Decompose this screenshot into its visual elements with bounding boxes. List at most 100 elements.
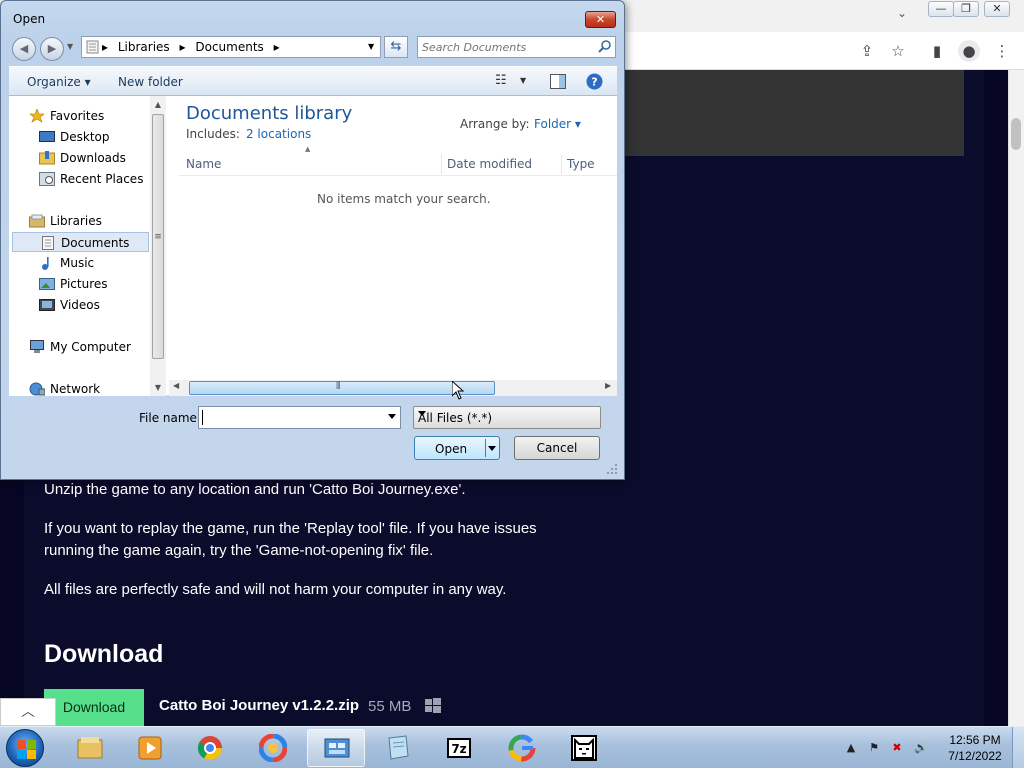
recent-locations-chevron-icon[interactable]: ▼	[67, 42, 73, 51]
taskbar-file-explorer[interactable]	[61, 729, 119, 767]
forward-button[interactable]: ▶	[40, 37, 64, 61]
taskbar-google[interactable]	[493, 729, 551, 767]
windows-flag-icon	[17, 740, 26, 749]
arrange-by-label: Arrange by:	[460, 117, 530, 131]
open-button[interactable]: Open	[414, 436, 500, 460]
taskbar-chrome[interactable]	[181, 729, 239, 767]
minimize-button[interactable]: —	[928, 1, 954, 17]
taskbar-media-player[interactable]	[121, 729, 179, 767]
taskbar-7zip[interactable]: 7z	[430, 729, 488, 767]
includes-locations-link[interactable]: 2 locations	[246, 127, 311, 141]
address-bar[interactable]: ▸ Libraries ▸ Documents ▸ ▼	[81, 36, 381, 58]
arrange-by-dropdown[interactable]: Folder ▾	[534, 117, 581, 131]
refresh-icon[interactable]: ⇆	[384, 36, 408, 58]
tab-search-icon[interactable]: ⌄	[897, 6, 907, 20]
taskbar-pinned-app[interactable]	[244, 729, 302, 767]
column-divider[interactable]	[561, 154, 562, 174]
view-details-icon[interactable]: ☷	[495, 73, 507, 88]
downloads-folder-icon	[39, 151, 55, 165]
cancel-button[interactable]: Cancel	[514, 436, 600, 460]
close-browser-button[interactable]: ✕	[984, 1, 1010, 17]
start-button[interactable]	[6, 729, 44, 767]
chevron-up-icon[interactable]: ︿	[0, 698, 56, 726]
network-disconnected-icon[interactable]: ✖	[890, 741, 904, 755]
file-name-combobox[interactable]	[198, 406, 401, 429]
page-scrollbar-thumb[interactable]	[1011, 118, 1021, 150]
share-icon[interactable]: ⇪	[856, 40, 878, 62]
taskbar-catto-game[interactable]	[555, 729, 613, 767]
menu-kebab-icon[interactable]: ⋮	[991, 40, 1013, 62]
new-folder-button[interactable]: New folder	[118, 75, 183, 89]
open-options-dropdown-icon[interactable]	[488, 446, 496, 451]
notepad-icon	[388, 735, 409, 760]
column-divider[interactable]	[441, 154, 442, 174]
view-dropdown-icon[interactable]: ▼	[520, 76, 526, 85]
preview-pane-icon[interactable]	[550, 74, 566, 89]
volume-icon[interactable]: 🔊	[914, 741, 928, 755]
command-bar: Organize ▾ New folder ☷ ▼ ?	[9, 66, 617, 96]
windows-flag-icon	[27, 740, 36, 749]
scroll-right-arrow-icon[interactable]: ▶	[605, 381, 611, 390]
breadcrumb-libraries[interactable]: Libraries	[118, 40, 170, 54]
scroll-grip-icon: ⦀	[336, 381, 341, 392]
search-box[interactable]	[417, 36, 616, 58]
documents-icon	[42, 236, 54, 250]
file-name-dropdown-icon[interactable]	[388, 414, 396, 419]
pixel-cat-icon	[571, 735, 597, 761]
breadcrumb-separator-icon[interactable]: ▸	[274, 40, 280, 54]
library-title: Documents library	[186, 103, 353, 124]
back-button[interactable]: ◀	[12, 37, 36, 61]
navigation-pane: Favorites Desktop Downloads Recent Place…	[9, 96, 166, 396]
taskbar-notepad[interactable]	[369, 729, 427, 767]
media-player-icon	[138, 736, 162, 760]
column-name[interactable]: Name	[186, 157, 221, 171]
breadcrumb-documents[interactable]: Documents	[195, 40, 263, 54]
scroll-grip-icon: ≡	[154, 232, 162, 242]
dialog-close-button[interactable]: ✕	[585, 11, 616, 28]
taskbar-control-panel[interactable]	[307, 729, 365, 767]
scroll-down-arrow-icon[interactable]: ▼	[150, 383, 166, 392]
music-note-icon	[42, 257, 49, 270]
organize-menu[interactable]: Organize ▾	[27, 75, 91, 89]
search-icon[interactable]	[598, 39, 612, 53]
show-desktop-button[interactable]	[1012, 727, 1024, 768]
library-folder-icon	[86, 40, 99, 54]
chrome-icon	[197, 736, 222, 761]
nav-documents[interactable]: Documents	[12, 232, 149, 252]
download-heading: Download	[44, 640, 164, 668]
computer-icon	[30, 340, 44, 353]
resize-grip-icon[interactable]	[606, 463, 618, 475]
profile-avatar-icon[interactable]: ●	[958, 40, 980, 62]
scroll-left-arrow-icon[interactable]: ◀	[173, 381, 179, 390]
column-type[interactable]: Type	[567, 157, 595, 171]
maximize-button[interactable]: ❐	[953, 1, 979, 17]
mouse-pointer-icon	[452, 381, 464, 400]
side-panel-icon[interactable]: ▮	[926, 40, 948, 62]
7zip-icon: 7z	[447, 738, 471, 758]
breadcrumb-separator-icon[interactable]: ▸	[180, 40, 186, 54]
replay-paragraph-line2: running the game again, try the 'Game-no…	[44, 542, 434, 559]
file-name-input[interactable]	[202, 410, 382, 425]
safety-paragraph: All files are perfectly safe and will no…	[44, 581, 507, 598]
svg-text:?: ?	[591, 76, 597, 89]
search-input[interactable]	[422, 39, 592, 55]
google-g-icon	[508, 734, 536, 762]
action-center-icon[interactable]: ⚑	[867, 741, 881, 755]
help-icon[interactable]: ?	[586, 73, 603, 90]
text-caret	[202, 410, 203, 425]
address-dropdown-icon[interactable]: ▼	[368, 42, 374, 51]
taskbar-clock[interactable]: 12:56 PM 7/12/2022	[940, 732, 1010, 764]
horizontal-scroll-thumb[interactable]: ⦀	[189, 381, 495, 395]
file-list-horizontal-scrollbar[interactable]: ◀ ⦀ ▶	[169, 380, 617, 396]
breadcrumb-separator-icon[interactable]: ▸	[102, 40, 108, 54]
bookmark-star-icon[interactable]: ☆	[887, 40, 909, 62]
desktop-icon	[39, 131, 55, 142]
scroll-up-arrow-icon[interactable]: ▲	[150, 100, 166, 109]
page-scrollbar[interactable]	[1008, 70, 1024, 726]
file-type-select[interactable]: All Files (*.*)	[413, 406, 601, 429]
show-hidden-icons-icon[interactable]: ▲	[844, 741, 858, 755]
column-date-modified[interactable]: Date modified	[447, 157, 532, 171]
download-button[interactable]: Download	[44, 689, 144, 726]
nav-pane-scrollbar[interactable]: ▲ ≡ ▼	[150, 96, 166, 396]
file-type-dropdown-icon[interactable]	[418, 411, 426, 416]
